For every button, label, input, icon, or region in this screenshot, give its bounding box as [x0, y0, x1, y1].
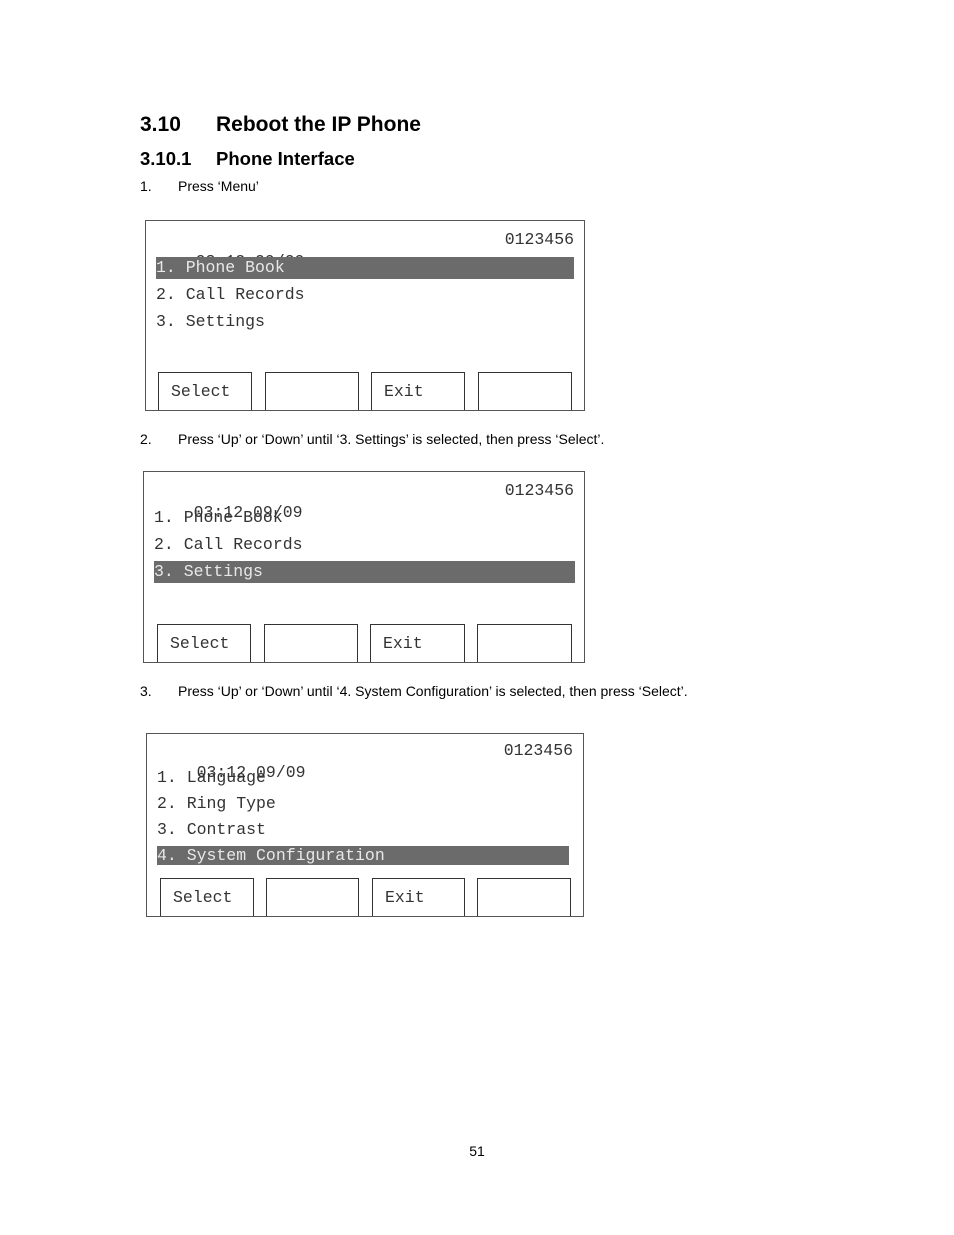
- phone-screen-2: 03:12 09/09 0123456 1. Phone Book 2. Cal…: [143, 471, 585, 663]
- extension-number: 0123456: [503, 741, 573, 760]
- step-1: 1. Press ‘Menu’: [140, 178, 259, 194]
- softkey-exit[interactable]: Exit: [370, 624, 465, 662]
- softkey-4[interactable]: [477, 878, 571, 916]
- extension-number: 0123456: [504, 230, 574, 249]
- page-number: 51: [469, 1143, 485, 1159]
- subsection-number: 3.10.1: [140, 148, 192, 169]
- softkey-2[interactable]: [264, 624, 358, 662]
- phone-screen-3: 03:12 09/09 0123456 1. Language 2. Ring …: [146, 733, 584, 917]
- section-title: Reboot the IP Phone: [216, 113, 421, 136]
- softkey-2[interactable]: [265, 372, 359, 410]
- step-3: 3. Press ‘Up’ or ‘Down’ until ‘4. System …: [140, 683, 688, 699]
- softkey-2[interactable]: [266, 878, 359, 916]
- step-text: Press ‘Menu’: [178, 178, 259, 194]
- phone-screen-1: 03:12 09/09 0123456 1. Phone Book 2. Cal…: [145, 220, 585, 411]
- menu-item-phone-book[interactable]: 1. Phone Book: [154, 507, 574, 529]
- step-2: 2. Press ‘Up’ or ‘Down’ until ‘3. Setting…: [140, 431, 604, 447]
- menu-item-settings[interactable]: 3. Settings: [156, 311, 574, 333]
- softkey-4[interactable]: [477, 624, 572, 662]
- status-bar: 03:12 09/09 0123456: [156, 229, 574, 271]
- section-heading: 3.10 Reboot the IP Phone: [140, 113, 421, 137]
- menu-item-contrast[interactable]: 3. Contrast: [157, 819, 573, 841]
- extension-number: 0123456: [504, 481, 574, 500]
- softkey-exit[interactable]: Exit: [372, 878, 465, 916]
- softkey-select[interactable]: Select: [160, 878, 254, 916]
- menu-item-call-records[interactable]: 2. Call Records: [156, 284, 574, 306]
- menu-item-call-records[interactable]: 2. Call Records: [154, 534, 574, 556]
- status-bar: 03:12 09/09 0123456: [157, 740, 573, 782]
- step-text: Press ‘Up’ or ‘Down’ until ‘4. System Co…: [178, 683, 688, 699]
- step-number: 3.: [140, 683, 152, 699]
- subsection-heading: 3.10.1 Phone Interface: [140, 148, 355, 170]
- softkey-4[interactable]: [478, 372, 572, 410]
- section-number: 3.10: [140, 113, 181, 136]
- step-number: 2.: [140, 431, 152, 447]
- menu-item-phone-book[interactable]: 1. Phone Book: [156, 257, 574, 279]
- menu-item-system-configuration[interactable]: 4. System Configuration: [157, 846, 569, 865]
- menu-item-ring-type[interactable]: 2. Ring Type: [157, 793, 573, 815]
- step-text: Press ‘Up’ or ‘Down’ until ‘3. Settings’…: [178, 431, 605, 447]
- menu-item-settings[interactable]: 3. Settings: [154, 561, 575, 583]
- subsection-title: Phone Interface: [216, 148, 355, 169]
- softkey-select[interactable]: Select: [158, 372, 252, 410]
- softkey-exit[interactable]: Exit: [371, 372, 465, 410]
- status-bar: 03:12 09/09 0123456: [154, 480, 574, 522]
- softkey-select[interactable]: Select: [157, 624, 251, 662]
- menu-item-language[interactable]: 1. Language: [157, 767, 573, 789]
- step-number: 1.: [140, 178, 152, 194]
